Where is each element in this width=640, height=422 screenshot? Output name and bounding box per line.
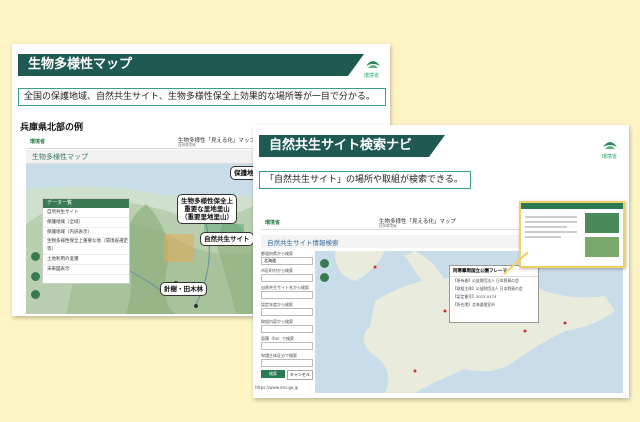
- callout-important-satoyama: 生物多様性保全上 重要な里地里山 （重要里地里山）: [177, 194, 237, 224]
- site-logo-small: 環境省: [265, 220, 281, 226]
- card-description: 全国の保護地域、自然共生サイト、生物多様性保全上効果的な場所等が一目で分かる。: [18, 88, 386, 106]
- year-select[interactable]: [261, 308, 313, 316]
- search-panel: 都道府県から検索 北海道 市区町村から検索 自然共生サイト名から検索 認定年度か…: [261, 251, 313, 391]
- ministry-logo-icon: [603, 142, 617, 149]
- map-title: 生物多様性マップ: [32, 153, 88, 161]
- example-label: 兵庫県北部の例: [20, 123, 84, 133]
- search-button[interactable]: 検索: [261, 370, 285, 378]
- prefecture-select[interactable]: 北海道: [261, 257, 313, 265]
- layer-item[interactable]: 保護地域（全域）: [43, 218, 129, 228]
- status-url: https://www.env.go.jp: [255, 385, 299, 390]
- site-logo-small: 環境省: [30, 139, 46, 145]
- ministry-logo-text: 環境省: [602, 154, 618, 160]
- layer-toggle-button[interactable]: [31, 252, 40, 261]
- popup-line: 【取組主体】公益財団法人 日本野鳥の会: [453, 286, 523, 291]
- activity-select[interactable]: [261, 325, 313, 333]
- site-header-sub: 自然環境局: [379, 224, 397, 228]
- layer-item[interactable]: 土地利用の変遷: [43, 255, 129, 265]
- applicant-select[interactable]: [261, 359, 313, 367]
- card-description: 「自然共生サイト」の場所や取組が検索できる。: [259, 171, 471, 189]
- ministry-logo-text: 環境省: [364, 73, 380, 79]
- search-label: 都道府県から検索: [261, 251, 293, 256]
- page-title: 自然共生サイト情報検索: [267, 239, 339, 247]
- popup-line: 【所在地】北海道根室市: [453, 302, 495, 307]
- search-label: 取組内容から検索: [261, 319, 293, 324]
- zoom-out-button[interactable]: [320, 273, 329, 282]
- thumb-header: [521, 203, 623, 209]
- city-select[interactable]: [261, 274, 313, 282]
- search-label: 市区町村から検索: [261, 268, 293, 273]
- thumb-text: [525, 213, 577, 241]
- layer-item[interactable]: 未来図表示: [43, 265, 129, 275]
- legend-button[interactable]: [31, 272, 40, 281]
- cancel-button[interactable]: キャンセル: [287, 370, 313, 380]
- card-title: 自然共生サイト検索ナビ: [259, 135, 445, 157]
- site-header-sub: 自然環境局: [178, 143, 196, 147]
- layer-item[interactable]: 保護地域（内訳表示）: [43, 228, 129, 238]
- layer-panel-title: データ一覧: [43, 199, 129, 208]
- layer-item[interactable]: 生物多様性保全上重要な地（環境省選定等）: [43, 238, 129, 255]
- search-label: 面積（ha）で検索: [261, 336, 294, 341]
- thumb-photo: [585, 237, 619, 257]
- thumb-photo: [585, 213, 619, 233]
- card-title: 生物多様性マップ: [18, 54, 364, 76]
- popup-line: 【所有者】公益財団法人 日本野鳥の会: [453, 278, 519, 283]
- popup-line: 【認定番号】2023-0174: [453, 294, 497, 299]
- search-label: 認定年度から検索: [261, 302, 293, 307]
- callout-pointer-icon: [503, 252, 529, 275]
- search-label: 自然共生サイト名から検索: [261, 285, 309, 290]
- callout-forest: 針樹・田木林: [160, 282, 207, 296]
- search-label: 申請主体区分で検索: [261, 353, 297, 358]
- zoom-in-button[interactable]: [320, 259, 329, 268]
- layer-item[interactable]: 自然共生サイト: [43, 208, 129, 218]
- ministry-logo-icon: [366, 61, 380, 68]
- area-input[interactable]: [261, 342, 313, 350]
- site-name-input[interactable]: [261, 291, 313, 299]
- callout-oecm: 自然共生サイト: [200, 232, 254, 246]
- print-button[interactable]: [31, 290, 40, 299]
- layer-panel: データ一覧 自然共生サイト 保護地域（全域） 保護地域（内訳表示） 生物多様性保…: [42, 198, 130, 284]
- detail-page-thumbnail[interactable]: [519, 201, 625, 268]
